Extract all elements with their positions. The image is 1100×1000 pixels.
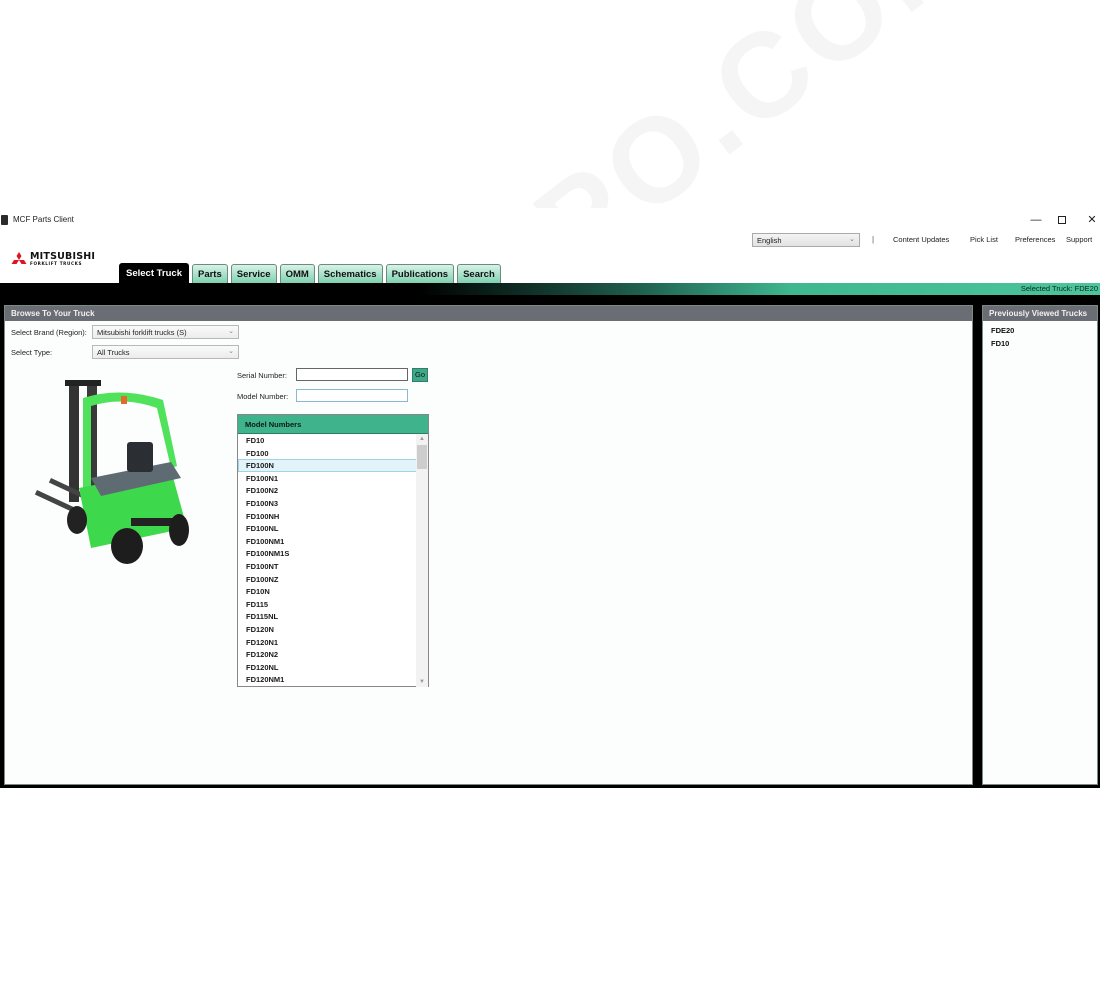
app-header: English ⌄ | Content Updates Pick List Pr… <box>0 232 1100 283</box>
maximize-button[interactable] <box>1051 211 1073 229</box>
logo-subtitle: FORKLIFT TRUCKS <box>30 261 83 266</box>
support-link[interactable]: Support <box>1066 235 1092 244</box>
tab-search[interactable]: Search <box>457 264 501 283</box>
model-list-item[interactable]: FD100NM1 <box>238 535 417 548</box>
pick-list-link[interactable]: Pick List <box>970 235 998 244</box>
tab-parts[interactable]: Parts <box>191 264 228 283</box>
chevron-down-icon: ⌄ <box>849 236 855 243</box>
model-list-item[interactable]: FD120N2 <box>238 648 417 661</box>
link-separator: | <box>872 235 875 244</box>
main-tabs: Select Truck Parts Service OMM Schematic… <box>119 263 501 283</box>
tab-publications[interactable]: Publications <box>385 264 455 283</box>
maximize-icon <box>1058 216 1066 224</box>
model-list-scrollbar[interactable]: ▲ ▼ <box>416 434 428 687</box>
model-list-item[interactable]: FD100NH <box>238 510 417 523</box>
title-bar: MCF Parts Client — ✕ <box>0 208 1100 232</box>
browse-panel-title: Browse To Your Truck <box>5 306 972 321</box>
close-button[interactable]: ✕ <box>1081 211 1100 229</box>
model-list-item[interactable]: FD100NM1S <box>238 547 417 560</box>
chevron-down-icon: ⌄ <box>228 328 234 335</box>
go-button[interactable]: Go <box>412 368 428 382</box>
tab-schematics[interactable]: Schematics <box>317 264 383 283</box>
previously-viewed-title: Previously Viewed Trucks <box>983 306 1097 321</box>
model-list-item[interactable]: FD120N1 <box>238 636 417 649</box>
mitsubishi-logo: MITSUBISHI FORKLIFT TRUCKS <box>9 252 109 268</box>
model-list-item[interactable]: FD100N1 <box>238 472 417 485</box>
scroll-up-arrow-icon[interactable]: ▲ <box>416 434 428 444</box>
previously-viewed-list: FDE20 FD10 <box>983 321 1097 350</box>
preferences-link[interactable]: Preferences <box>1015 235 1055 244</box>
serial-number-input[interactable] <box>296 368 408 381</box>
model-list-item[interactable]: FD100NZ <box>238 573 417 586</box>
brand-select[interactable]: Mitsubishi forklift trucks (S) ⌄ <box>92 325 239 339</box>
minimize-button[interactable]: — <box>1025 211 1047 229</box>
brand-label: Select Brand (Region): <box>11 328 87 337</box>
model-number-label: Model Number: <box>237 392 289 401</box>
model-list-item[interactable]: FD100NL <box>238 522 417 535</box>
app-icon <box>1 215 8 225</box>
model-list-item[interactable]: FD10 <box>238 434 417 447</box>
three-diamonds-icon <box>11 252 27 264</box>
previously-viewed-item[interactable]: FD10 <box>983 337 1097 350</box>
selected-truck-label: Selected Truck: FDE20 <box>1020 284 1098 293</box>
scroll-thumb[interactable] <box>417 445 427 469</box>
model-number-input[interactable] <box>296 389 408 402</box>
model-list-item[interactable]: FD100N <box>238 459 417 472</box>
tab-select-truck[interactable]: Select Truck <box>119 263 189 283</box>
tab-service[interactable]: Service <box>230 264 277 283</box>
type-value: All Trucks <box>97 348 130 357</box>
model-list-item[interactable]: FD100NT <box>238 560 417 573</box>
model-list-item[interactable]: FD10N <box>238 585 417 598</box>
brand-value: Mitsubishi forklift trucks (S) <box>97 328 187 337</box>
status-bar: Selected Truck: FDE20 <box>0 283 1100 295</box>
app-window: MCF Parts Client — ✕ English ⌄ | Content… <box>0 208 1100 788</box>
window-title: MCF Parts Client <box>13 215 74 224</box>
serial-number-label: Serial Number: <box>237 371 288 380</box>
language-value: English <box>757 236 782 245</box>
model-list-item[interactable]: FD115NL <box>238 610 417 623</box>
content-updates-link[interactable]: Content Updates <box>893 235 949 244</box>
previously-viewed-panel: Previously Viewed Trucks FDE20 FD10 <box>982 305 1098 785</box>
previously-viewed-item[interactable]: FDE20 <box>983 324 1097 337</box>
browse-panel: Browse To Your Truck Select Brand (Regio… <box>4 305 973 785</box>
scroll-down-arrow-icon[interactable]: ▼ <box>416 677 428 687</box>
model-list-item[interactable]: FD120N <box>238 623 417 636</box>
model-numbers-header: Model Numbers <box>238 415 428 434</box>
chevron-down-icon: ⌄ <box>228 348 234 355</box>
type-label: Select Type: <box>11 348 53 357</box>
model-list-item[interactable]: FD100N2 <box>238 484 417 497</box>
model-list-item[interactable]: FD120NM1 <box>238 673 417 686</box>
forklift-image <box>34 380 189 564</box>
type-select[interactable]: All Trucks ⌄ <box>92 345 239 359</box>
model-items: FD10 FD100 FD100N FD100N1 FD100N2 FD100N3 FD10… <box>238 434 417 687</box>
model-list-item[interactable]: FD100 <box>238 447 417 460</box>
model-list-item[interactable]: FD115 <box>238 598 417 611</box>
model-list-item[interactable]: FD120NL <box>238 661 417 674</box>
language-select[interactable]: English ⌄ <box>752 233 860 247</box>
model-list-item[interactable]: FD100N3 <box>238 497 417 510</box>
model-numbers-list: Model Numbers FD10 FD100 FD100N FD100N1 FD10… <box>237 414 429 687</box>
tab-omm[interactable]: OMM <box>279 264 315 283</box>
